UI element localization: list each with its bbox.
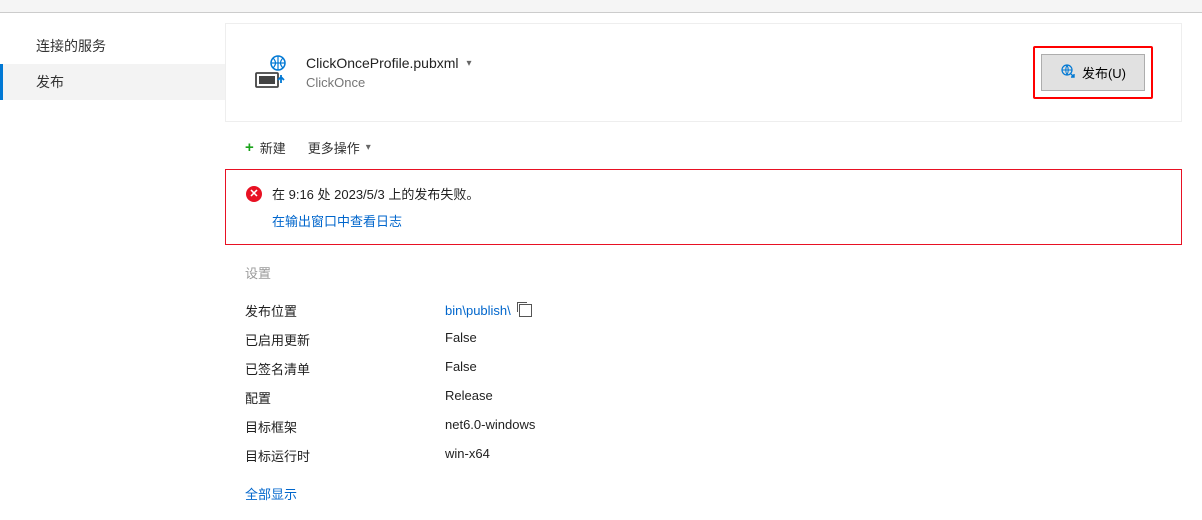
more-actions-label: 更多操作	[308, 138, 360, 157]
settings-value: False	[445, 359, 477, 378]
show-all-link[interactable]: 全部显示	[245, 484, 297, 503]
settings-row-signed-manifest: 已签名清单 False	[245, 354, 1162, 383]
settings-row-target-runtime: 目标运行时 win-x64	[245, 441, 1162, 470]
settings-row-updates-enabled: 已启用更新 False	[245, 325, 1162, 354]
profile-title: ClickOnceProfile.pubxml	[306, 55, 459, 71]
publish-button-highlight: 发布(U)	[1033, 46, 1153, 99]
chevron-down-icon: ▾	[467, 58, 472, 69]
error-message: 在 9:16 处 2023/5/3 上的发布失败。	[272, 184, 479, 203]
window-top-bar	[0, 0, 1202, 13]
settings-label: 发布位置	[245, 301, 445, 320]
error-row: ✕ 在 9:16 处 2023/5/3 上的发布失败。	[246, 184, 1161, 203]
publish-path-link: bin\publish\	[445, 303, 511, 318]
view-log-link[interactable]: 在输出窗口中查看日志	[272, 211, 402, 230]
settings-section: 设置 发布位置 bin\publish\ 已启用更新 False 已签名清单 F…	[225, 263, 1182, 503]
settings-row-target-framework: 目标框架 net6.0-windows	[245, 412, 1162, 441]
publish-button[interactable]: 发布(U)	[1041, 54, 1145, 91]
settings-row-publish-location: 发布位置 bin\publish\	[245, 296, 1162, 325]
settings-value: net6.0-windows	[445, 417, 535, 436]
settings-value: False	[445, 330, 477, 349]
settings-label: 已签名清单	[245, 359, 445, 378]
settings-row-configuration: 配置 Release	[245, 383, 1162, 412]
settings-label: 目标运行时	[245, 446, 445, 465]
sidebar-item-label: 发布	[36, 74, 64, 90]
new-button[interactable]: + 新建	[245, 138, 286, 157]
content-area: ClickOnceProfile.pubxml ▾ ClickOnce	[225, 13, 1202, 520]
toolbar: + 新建 更多操作 ▾	[225, 122, 1182, 169]
settings-label: 已启用更新	[245, 330, 445, 349]
settings-title: 设置	[245, 263, 1162, 282]
profile-header: ClickOnceProfile.pubxml ▾ ClickOnce	[225, 23, 1182, 122]
error-icon: ✕	[246, 186, 262, 202]
profile-subtitle: ClickOnce	[306, 75, 1033, 90]
settings-label: 目标框架	[245, 417, 445, 436]
settings-value: Release	[445, 388, 493, 407]
publish-button-label: 发布(U)	[1082, 63, 1126, 82]
sidebar-item-connected-services[interactable]: 连接的服务	[0, 28, 225, 64]
clickonce-icon	[254, 55, 290, 91]
plus-icon: +	[245, 139, 254, 156]
new-label: 新建	[260, 138, 286, 157]
settings-label: 配置	[245, 388, 445, 407]
globe-publish-icon	[1060, 63, 1076, 82]
profile-info: ClickOnceProfile.pubxml ▾ ClickOnce	[306, 55, 1033, 90]
sidebar: 连接的服务 发布	[0, 13, 225, 520]
copy-icon[interactable]	[519, 304, 532, 317]
settings-value-publish-location[interactable]: bin\publish\	[445, 301, 532, 320]
sidebar-item-publish[interactable]: 发布	[0, 64, 225, 100]
profile-title-row[interactable]: ClickOnceProfile.pubxml ▾	[306, 55, 1033, 71]
main-layout: 连接的服务 发布 ClickOncePr	[0, 13, 1202, 520]
sidebar-item-label: 连接的服务	[36, 38, 106, 54]
chevron-down-icon: ▾	[366, 142, 371, 153]
error-panel: ✕ 在 9:16 处 2023/5/3 上的发布失败。 在输出窗口中查看日志	[225, 169, 1182, 245]
settings-value: win-x64	[445, 446, 490, 465]
more-actions-button[interactable]: 更多操作 ▾	[308, 138, 371, 157]
